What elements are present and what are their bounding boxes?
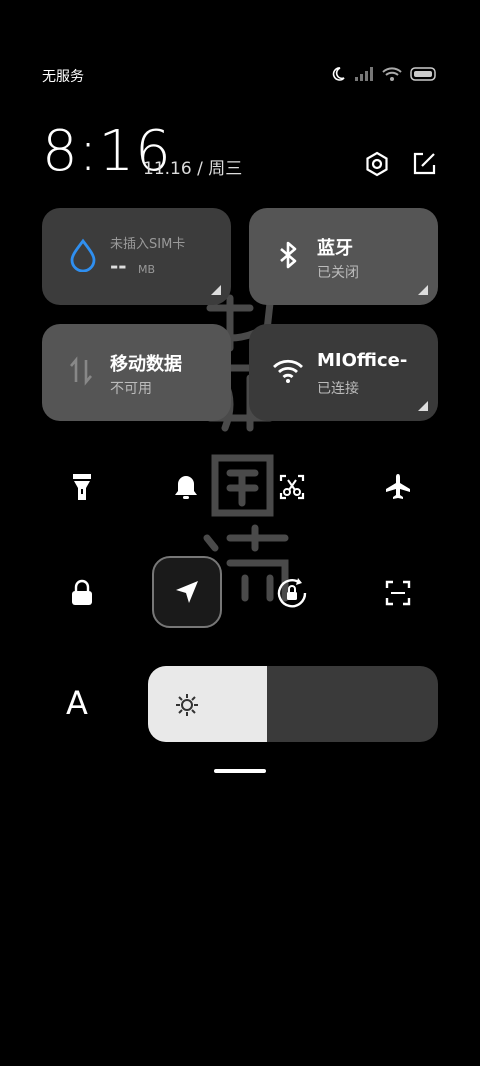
mobile-data-tile[interactable]: 移动数据 不可用 xyxy=(42,324,231,421)
sim-status: 未插入SIM卡 xyxy=(110,237,186,252)
scan-toggle[interactable] xyxy=(378,573,418,613)
location-icon xyxy=(176,581,198,603)
auto-brightness-toggle[interactable]: A xyxy=(66,684,88,722)
wifi-status: 已连接 xyxy=(317,381,359,397)
airplane-icon xyxy=(386,474,410,499)
expand-corner-icon xyxy=(418,285,428,295)
mobile-data-title: 移动数据 xyxy=(110,354,182,375)
home-handle[interactable] xyxy=(214,769,266,773)
bluetooth-icon xyxy=(280,241,297,269)
carrier-label: 无服务 xyxy=(42,69,84,85)
rotation-lock-icon xyxy=(277,578,307,608)
screenshot-toggle[interactable] xyxy=(272,467,312,507)
data-unit: MB xyxy=(138,263,156,276)
clock-date: 11.16 / 周三 xyxy=(143,159,243,179)
wifi-status-icon xyxy=(382,67,402,81)
expand-corner-icon xyxy=(418,401,428,411)
status-icons xyxy=(330,66,438,82)
bluetooth-status: 已关闭 xyxy=(317,265,359,281)
wifi-tile[interactable]: MIOffice- 已连接 xyxy=(249,324,438,421)
scan-icon xyxy=(385,580,411,606)
data-usage-tile[interactable]: 未插入SIM卡 -- MB xyxy=(42,208,231,305)
water-drop-icon xyxy=(70,238,96,272)
lock-toggle[interactable] xyxy=(62,573,102,613)
data-value: -- xyxy=(110,254,127,278)
mobile-data-status: 不可用 xyxy=(110,381,152,397)
screenshot-icon xyxy=(279,474,305,500)
bluetooth-tile[interactable]: 蓝牙 已关闭 xyxy=(249,208,438,305)
flashlight-toggle[interactable] xyxy=(62,467,102,507)
moon-icon xyxy=(332,67,345,81)
sun-icon xyxy=(176,694,198,716)
battery-icon xyxy=(410,67,436,81)
location-toggle[interactable] xyxy=(152,556,222,628)
bluetooth-title: 蓝牙 xyxy=(317,238,353,259)
wifi-ssid: MIOffice- xyxy=(317,350,408,371)
bell-icon xyxy=(175,476,197,499)
settings-icon[interactable] xyxy=(363,150,391,178)
brightness-slider[interactable] xyxy=(148,666,438,742)
lock-icon xyxy=(72,579,92,605)
flashlight-icon xyxy=(73,474,91,500)
brightness-fill xyxy=(148,666,267,742)
edit-icon[interactable] xyxy=(410,150,438,178)
ring-toggle[interactable] xyxy=(166,467,206,507)
rotation-lock-toggle[interactable] xyxy=(272,573,312,613)
data-transfer-icon xyxy=(70,356,92,386)
wifi-icon xyxy=(273,359,303,383)
expand-corner-icon xyxy=(211,285,221,295)
signal-icon xyxy=(355,67,373,81)
airplane-toggle[interactable] xyxy=(378,467,418,507)
